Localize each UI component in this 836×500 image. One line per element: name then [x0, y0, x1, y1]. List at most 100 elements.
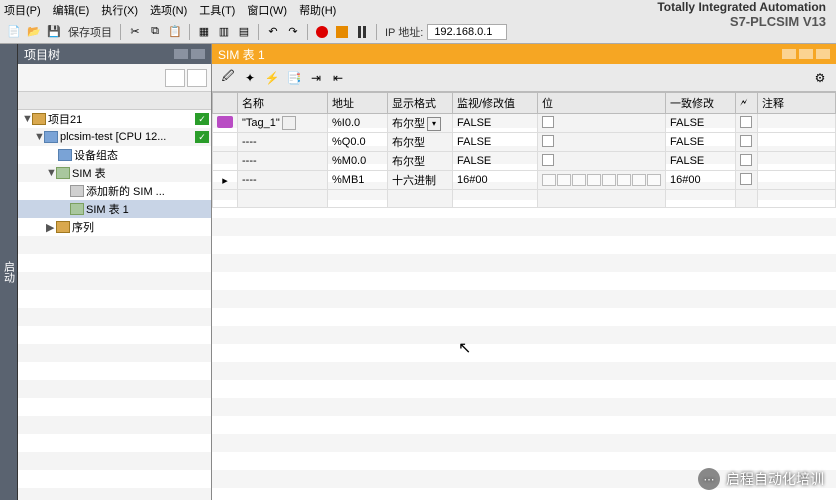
settings-icon[interactable]: ⚙	[810, 68, 830, 88]
cell-comment[interactable]	[758, 114, 836, 133]
menu-project[interactable]: 项目(P)	[4, 2, 41, 18]
menu-tools[interactable]: 工具(T)	[199, 2, 235, 18]
record-icon[interactable]	[313, 23, 331, 41]
collapse-icon[interactable]: ▼	[34, 131, 42, 143]
tool-icon[interactable]: ▦	[195, 23, 213, 41]
table-row[interactable]: ---- %Q0.0 布尔型 FALSE FALSE	[213, 133, 836, 152]
cell-modify[interactable]: FALSE	[666, 114, 736, 133]
flash-checkbox[interactable]	[740, 173, 752, 185]
cell-format[interactable]: 布尔型	[392, 118, 425, 130]
cell-name[interactable]: ----	[238, 152, 328, 171]
cell-address[interactable]: %M0.0	[328, 152, 388, 171]
cell-browse-btn[interactable]	[282, 116, 296, 130]
close-icon[interactable]	[816, 49, 830, 59]
collapse-icon[interactable]: ▼	[46, 167, 54, 179]
save-label: 保存项目	[68, 24, 112, 40]
folder-icon	[56, 221, 70, 233]
tree-node-device-config[interactable]: 设备组态	[18, 146, 211, 164]
table-row[interactable]: ---- %M0.0 布尔型 FALSE FALSE	[213, 152, 836, 171]
tree-tool-icon[interactable]	[187, 69, 207, 87]
tree-node-plc[interactable]: ▼ plcsim-test [CPU 12... ✓	[18, 128, 211, 146]
tool-btn[interactable]: 📑	[284, 68, 304, 88]
header-format[interactable]: 显示格式	[388, 93, 453, 114]
cell-format[interactable]: 十六进制	[388, 171, 453, 190]
tool-btn[interactable]: ⇥	[306, 68, 326, 88]
flash-checkbox[interactable]	[740, 116, 752, 128]
menu-run[interactable]: 执行(X)	[101, 2, 138, 18]
header-address[interactable]: 地址	[328, 93, 388, 114]
undo-icon[interactable]: ↶	[264, 23, 282, 41]
header-comment[interactable]: 注释	[758, 93, 836, 114]
tree-node-sequence[interactable]: ▶ 序列	[18, 218, 211, 236]
bit-checkbox[interactable]	[542, 116, 554, 128]
side-tab-start[interactable]: 启动	[0, 44, 18, 500]
open-project-icon[interactable]: 📂	[25, 23, 43, 41]
save-icon[interactable]: 💾	[45, 23, 63, 41]
cell-comment[interactable]	[758, 152, 836, 171]
copy-icon[interactable]: ⧉	[146, 23, 164, 41]
table-row[interactable]: "Tag_1" %I0.0 布尔型▾ FALSE FALSE	[213, 114, 836, 133]
ip-address-field[interactable]: 192.168.0.1	[427, 24, 507, 40]
cell-monitor[interactable]: 16#00	[453, 171, 538, 190]
cell-monitor[interactable]: FALSE	[453, 152, 538, 171]
cell-address[interactable]: %Q0.0	[328, 133, 388, 152]
stop-icon[interactable]	[333, 23, 351, 41]
header-monitor[interactable]: 监视/修改值	[453, 93, 538, 114]
tree-node-sim-table-1[interactable]: SIM 表 1	[18, 200, 211, 218]
tool-icon[interactable]: ▤	[235, 23, 253, 41]
tool-icon[interactable]: ▥	[215, 23, 233, 41]
cell-comment[interactable]	[758, 133, 836, 152]
sim-table-grid: 名称 地址 显示格式 监视/修改值 位 一致修改 🗲 注释 "Tag_1" %I…	[212, 92, 836, 500]
cell-format[interactable]: 布尔型	[388, 133, 453, 152]
cell-address[interactable]: %I0.0	[328, 114, 388, 133]
tree-btn[interactable]	[174, 49, 188, 59]
flash-icon[interactable]: ⚡	[262, 68, 282, 88]
cell-format[interactable]: 布尔型	[388, 152, 453, 171]
minimize-icon[interactable]	[782, 49, 796, 59]
tool-btn[interactable]: 🖉	[218, 68, 238, 88]
redo-icon[interactable]: ↷	[284, 23, 302, 41]
tree-label: plcsim-test [CPU 12...	[60, 131, 166, 143]
tool-btn[interactable]: ✦	[240, 68, 260, 88]
main-title: SIM 表 1	[218, 46, 265, 63]
bit-checkbox[interactable]	[542, 135, 554, 147]
new-project-icon[interactable]: 📄	[5, 23, 23, 41]
menu-edit[interactable]: 编辑(E)	[53, 2, 90, 18]
chevron-left-icon[interactable]	[191, 49, 205, 59]
cell-comment[interactable]	[758, 171, 836, 190]
flash-checkbox[interactable]	[740, 135, 752, 147]
bit-checkbox[interactable]	[542, 154, 554, 166]
header-modify[interactable]: 一致修改	[666, 93, 736, 114]
menu-help[interactable]: 帮助(H)	[299, 2, 336, 18]
cell-monitor[interactable]: FALSE	[453, 133, 538, 152]
header-name[interactable]: 名称	[238, 93, 328, 114]
table-row[interactable]: ▸ ---- %MB1 十六进制 16#00 16#00	[213, 171, 836, 190]
flash-checkbox[interactable]	[740, 154, 752, 166]
cell-name[interactable]: ----	[238, 171, 328, 190]
tree-tool-icon[interactable]	[165, 69, 185, 87]
cell-modify[interactable]: 16#00	[666, 171, 736, 190]
expand-icon[interactable]: ▶	[46, 221, 54, 234]
header-flash[interactable]: 🗲	[736, 93, 758, 114]
dropdown-icon[interactable]: ▾	[427, 117, 441, 131]
cell-name[interactable]: "Tag_1"	[242, 117, 280, 129]
menu-window[interactable]: 窗口(W)	[247, 2, 287, 18]
cell-modify[interactable]: FALSE	[666, 133, 736, 152]
restore-icon[interactable]	[799, 49, 813, 59]
tree-node-sim-tables[interactable]: ▼ SIM 表	[18, 164, 211, 182]
tree-node-project[interactable]: ▼ 项目21 ✓	[18, 110, 211, 128]
paste-icon[interactable]: 📋	[166, 23, 184, 41]
cell-address[interactable]: %MB1	[328, 171, 388, 190]
cell-name[interactable]: ----	[238, 133, 328, 152]
tree-node-add-sim[interactable]: 添加新的 SIM ...	[18, 182, 211, 200]
header-bit[interactable]: 位	[538, 93, 666, 114]
pause-icon[interactable]	[353, 23, 371, 41]
menu-options[interactable]: 选项(N)	[150, 2, 187, 18]
cut-icon[interactable]: ✂	[126, 23, 144, 41]
bit-cells[interactable]	[542, 174, 661, 186]
cell-modify[interactable]: FALSE	[666, 152, 736, 171]
collapse-icon[interactable]: ▼	[22, 113, 30, 125]
table-row-empty[interactable]	[213, 190, 836, 208]
tool-btn[interactable]: ⇤	[328, 68, 348, 88]
cell-monitor[interactable]: FALSE	[453, 114, 538, 133]
